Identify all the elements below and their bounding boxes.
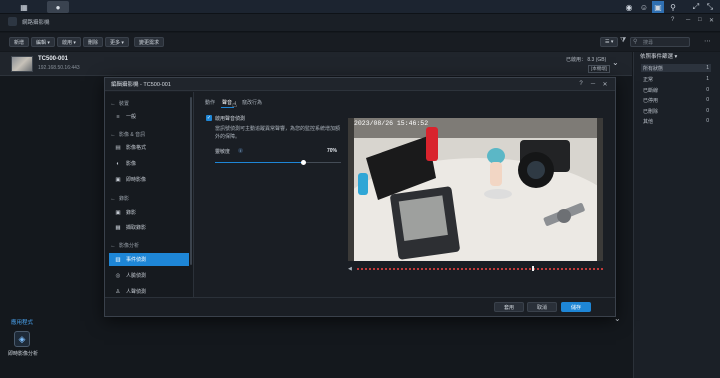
enable-sound-detection-label: 啟用聲音偵測 xyxy=(215,116,246,122)
list-icon: ≡ xyxy=(116,113,120,120)
list-icon: ☰ ▾ xyxy=(605,39,614,45)
camera-preview xyxy=(348,118,603,261)
more-button[interactable]: 更多 ▾ xyxy=(105,37,129,47)
sensitivity-slider-fill xyxy=(215,162,304,163)
video-analytics-app-icon[interactable]: ◈ xyxy=(14,331,30,347)
expand-icon[interactable]: ⤢ xyxy=(690,1,702,13)
sidebar-section-video-analytics: ← 影像分析 xyxy=(110,242,140,250)
help-icon[interactable]: ? xyxy=(671,17,674,23)
dialog-title: 編輯攝影機 - TC500-001 xyxy=(111,82,171,88)
audio-level-marker xyxy=(531,266,534,271)
chevron-down-icon[interactable]: ⌄ xyxy=(612,58,619,67)
edit-button[interactable]: 編輯 ▾ xyxy=(31,37,55,47)
sensitivity-slider-handle[interactable] xyxy=(300,160,306,165)
main-menu-button[interactable]: ▦ xyxy=(13,1,35,13)
sidebar-item-general[interactable]: ≡ 一般 xyxy=(109,110,189,123)
close-icon[interactable]: ✕ xyxy=(600,79,610,89)
arrow-left-icon: ← xyxy=(110,195,116,202)
camera-location-tag: [本機端] xyxy=(588,65,611,73)
sidebar-item-recording[interactable]: ▣ 錄影 xyxy=(109,206,189,219)
preview-timestamp: 2023/08/26 15:46:52 xyxy=(354,120,429,127)
apps-section-label: 應用程式 xyxy=(11,320,34,326)
audio-level-bar xyxy=(357,268,603,270)
sidebar-section-video-audio: ← 影像 & 音訊 xyxy=(110,131,146,139)
sensitivity-value: 70% xyxy=(327,148,338,154)
filter-item-disabled[interactable]: 已停用 0 xyxy=(641,96,711,104)
grid-icon: ▦ xyxy=(20,2,28,12)
filter-icon[interactable]: ⧩ xyxy=(620,37,626,45)
app-titlebar xyxy=(0,14,720,32)
sidebar-item-capture-recording[interactable]: ▦ 擷取錄影 xyxy=(109,221,189,234)
arrow-left-icon: ← xyxy=(110,242,116,249)
camera-name: TC500-001 xyxy=(38,56,69,62)
tab-sound[interactable]: 聲音 xyxy=(222,99,232,106)
sidebar-section-device: ← 裝置 xyxy=(110,100,130,108)
sidebar-section-recording: ← 錄影 xyxy=(110,195,130,203)
person-icon: ♙ xyxy=(115,288,121,295)
tab-tampering[interactable]: 竄改行為 xyxy=(242,99,262,106)
view-toggle-button[interactable]: ☰ ▾ xyxy=(600,37,619,47)
close-icon[interactable]: ✕ xyxy=(709,17,714,24)
user-icon[interactable]: ☺ xyxy=(638,1,650,13)
help-icon[interactable]: ? xyxy=(576,79,586,89)
app-title: 網路攝影機 xyxy=(22,20,50,26)
sidebar-item-video-format[interactable]: ▤ 影像格式 xyxy=(109,141,189,154)
sidebar-scrollbar[interactable] xyxy=(190,97,192,265)
sensitivity-label: 靈敏度 xyxy=(215,149,231,155)
camera-preview-scene xyxy=(348,118,603,261)
save-button[interactable]: 儲存 xyxy=(561,302,591,312)
change-request-button[interactable]: 變更需求 xyxy=(134,37,165,47)
video-analytics-app-label[interactable]: 即時影像分析 xyxy=(8,350,38,357)
filter-item-other[interactable]: 其他 0 xyxy=(641,117,711,125)
image-icon: ◐ xyxy=(116,160,120,167)
apply-button[interactable]: 套用 xyxy=(494,302,524,312)
filter-item-normal[interactable]: 正常 1 xyxy=(641,75,711,83)
widget-icon[interactable]: ▣ xyxy=(652,1,664,13)
camera-list-row[interactable] xyxy=(0,52,632,76)
sidebar-item-image[interactable]: ◐ 影像 xyxy=(109,157,189,170)
tab-motion[interactable]: 動作 xyxy=(205,99,215,106)
capture-icon: ▦ xyxy=(115,224,121,231)
delete-button[interactable]: 刪除 xyxy=(83,37,104,47)
face-icon: ◎ xyxy=(115,272,121,279)
cancel-button[interactable]: 取消 xyxy=(527,302,557,312)
add-button[interactable]: 新增 xyxy=(9,37,30,47)
filter-panel-title[interactable]: 依照事件篩選 ▾ xyxy=(640,52,677,60)
camera-thumbnail xyxy=(11,56,33,72)
sidebar-item-event-detection[interactable]: ▥ 事件偵測 xyxy=(109,253,189,266)
filter-item-disconnected[interactable]: 已斷線 0 xyxy=(641,86,711,94)
chat-icon[interactable]: ◉ xyxy=(623,1,635,13)
camera-storage-status: 已啟用： 8.3 (GB) xyxy=(566,57,607,63)
mouse-cursor-icon: ☝ xyxy=(232,100,237,109)
video-format-icon: ▤ xyxy=(115,144,121,151)
search-icon[interactable]: ⚲ xyxy=(667,1,679,13)
enable-sound-detection-checkbox[interactable]: ✓ xyxy=(206,115,212,121)
enable-button[interactable]: 啟用 ▾ xyxy=(57,37,81,47)
maximize-icon[interactable]: □ xyxy=(698,17,702,23)
dialog-header xyxy=(105,78,615,91)
speaker-icon: ◀ xyxy=(348,266,352,272)
search-input[interactable]: 搜尋 xyxy=(630,37,690,47)
taskbar xyxy=(0,0,720,14)
info-icon[interactable]: i xyxy=(238,148,243,153)
app-logo-icon xyxy=(8,17,17,26)
camera-ip: 192.168.50.16:443 xyxy=(38,65,80,71)
camera-app-icon: ● xyxy=(55,2,61,12)
sidebar-item-live-view[interactable]: ▣ 即時影像 xyxy=(109,173,189,186)
live-view-icon: ▣ xyxy=(115,176,121,183)
sidebar-item-face-detection[interactable]: ◎ 人臉偵測 xyxy=(109,269,189,282)
arrow-left-icon: ← xyxy=(110,131,116,138)
filter-item-all[interactable]: 所有狀態 1 xyxy=(641,64,711,72)
arrow-left-icon: ← xyxy=(110,100,116,107)
search-field-icon: ⚲ xyxy=(633,39,638,45)
minimize-icon[interactable]: ─ xyxy=(686,17,690,23)
sound-detection-description: 當訊號偵測可主動追蹤異常聲響，為您的監控系統增加額外的保障。 xyxy=(215,126,341,140)
collapse-icon[interactable]: ⤡ xyxy=(704,1,716,13)
event-icon: ▥ xyxy=(115,256,121,263)
filter-item-deleted[interactable]: 已刪除 0 xyxy=(641,107,711,115)
settings-icon[interactable]: ⋯ xyxy=(704,37,711,45)
surveillance-app-taskbar-button[interactable]: ● xyxy=(47,1,69,13)
record-icon: ▣ xyxy=(115,209,121,216)
